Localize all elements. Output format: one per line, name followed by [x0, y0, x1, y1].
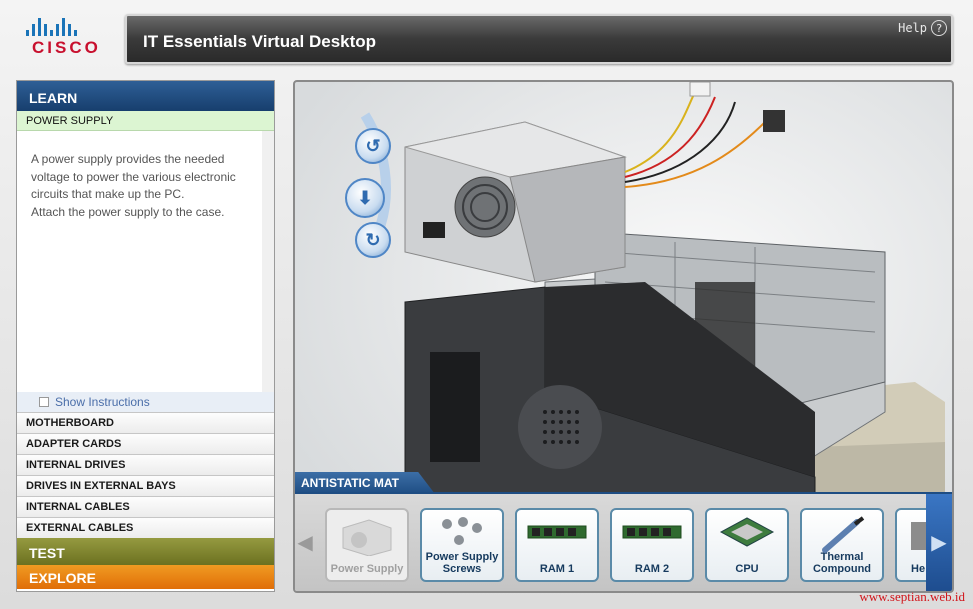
virtual-desktop-viewport[interactable]: ↺ ⬇ ↻ ANTISTATIC MAT ◀ Power Supply Powe… — [293, 80, 954, 593]
learn-header[interactable]: LEARN — [17, 81, 274, 111]
tray-item-cpu[interactable]: CPU — [705, 508, 789, 582]
tray-item-thermal-compound[interactable]: Thermal Compound — [800, 508, 884, 582]
cisco-logo: CISCO — [18, 14, 108, 64]
screws-icon — [442, 517, 482, 545]
tray-item-label: RAM 1 — [539, 563, 575, 575]
cpu-icon — [719, 517, 775, 547]
power-supply-icon — [342, 519, 392, 556]
description-line: voltage to power the various electronic — [31, 169, 236, 184]
sidebar-item-internal-cables[interactable]: INTERNAL CABLES — [17, 496, 274, 517]
explore-header[interactable]: EXPLORE — [17, 565, 274, 589]
help-button[interactable]: Help ? — [898, 20, 947, 36]
show-instructions-checkbox[interactable] — [39, 397, 49, 407]
description-line: circuits that make up the PC. — [31, 187, 185, 201]
antistatic-mat-tab: ANTISTATIC MAT — [295, 472, 435, 494]
help-label: Help — [898, 21, 927, 35]
sidebar-item-power-supply[interactable]: POWER SUPPLY — [17, 111, 274, 131]
cisco-logo-bars — [18, 14, 108, 36]
tray-item-label: CPU — [735, 563, 759, 575]
description-line: Attach the power supply to the case. — [31, 204, 225, 219]
watermark: www.septian.web.id — [859, 589, 965, 604]
sidebar-item-drives-external-bays[interactable]: DRIVES IN EXTERNAL BAYS — [17, 475, 274, 496]
test-header[interactable]: TEST — [17, 538, 274, 565]
description-line: A power supply provides the needed — [31, 152, 225, 166]
tray-item-label: He — [911, 563, 926, 575]
tray-scroll-right-icon[interactable]: ▶ — [926, 494, 952, 591]
sidebar-item-motherboard[interactable]: MOTHERBOARD — [17, 412, 274, 433]
tray-scroll-left-icon[interactable]: ◀ — [297, 506, 312, 578]
thermal-compound-icon — [822, 516, 865, 553]
help-icon: ? — [931, 20, 947, 36]
cisco-logo-text: CISCO — [32, 38, 101, 57]
sidebar-item-external-cables[interactable]: EXTERNAL CABLES — [17, 517, 274, 538]
component-tray: ◀ Power Supply Power Supply Screws RAM 1… — [295, 492, 952, 591]
ram-icon — [622, 525, 682, 539]
show-instructions-label: Show Instructions — [55, 395, 150, 409]
app-title: IT Essentials Virtual Desktop — [143, 32, 377, 51]
tray-item-label: Power Supply Screws — [425, 551, 499, 575]
rotate-right-button[interactable]: ↻ — [355, 222, 391, 258]
sidebar-item-adapter-cards[interactable]: ADAPTER CARDS — [17, 433, 274, 454]
tray-item-power-supply-screws[interactable]: Power Supply Screws — [420, 508, 504, 582]
sidebar: LEARN POWER SUPPLY A power supply provid… — [16, 80, 275, 592]
title-bar: IT Essentials Virtual Desktop Help ? — [125, 14, 953, 64]
sidebar-item-internal-drives[interactable]: INTERNAL DRIVES — [17, 454, 274, 475]
tray-item-label: Power Supply — [330, 563, 404, 575]
description-panel: A power supply provides the needed volta… — [17, 131, 274, 392]
tray-item-label: RAM 2 — [634, 563, 670, 575]
rotate-left-button[interactable]: ↺ — [355, 128, 391, 164]
install-down-button[interactable]: ⬇ — [345, 178, 385, 218]
show-instructions-toggle[interactable]: Show Instructions — [17, 392, 274, 412]
ram-icon — [527, 525, 587, 539]
tray-item-power-supply[interactable]: Power Supply — [325, 508, 409, 582]
tray-item-ram-2[interactable]: RAM 2 — [610, 508, 694, 582]
tray-item-ram-1[interactable]: RAM 1 — [515, 508, 599, 582]
